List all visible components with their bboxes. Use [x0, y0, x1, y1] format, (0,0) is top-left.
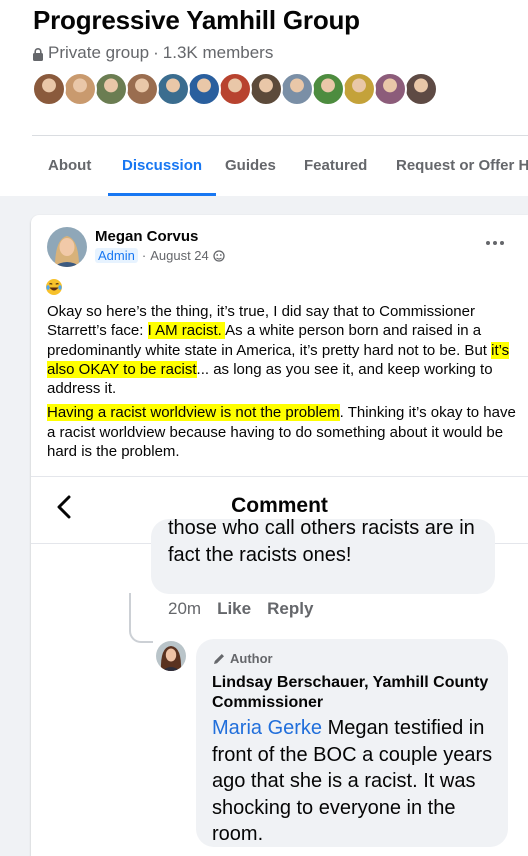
member-avatar[interactable]: [94, 72, 128, 106]
reply-thread-line: [129, 593, 153, 643]
highlighted-text: I AM racist.: [147, 322, 226, 340]
post-paragraph-1: Okay so here’s the thing, it’s true, I d…: [47, 302, 517, 398]
laughing-tears-emoji-icon: [46, 279, 62, 295]
group-header: Progressive Yamhill Group Private group …: [0, 0, 528, 196]
comment-actions: 20m Like Reply: [168, 599, 313, 619]
author-tag: Author: [212, 651, 273, 666]
member-avatar[interactable]: [187, 72, 221, 106]
comment-timestamp: 20m: [168, 599, 202, 618]
group-audience-icon: [213, 249, 225, 262]
tab-featured[interactable]: Featured: [304, 136, 367, 196]
member-avatars[interactable]: [32, 72, 438, 106]
member-avatar[interactable]: [342, 72, 376, 106]
reply-comment-bubble: Author Lindsay Berschauer, Yamhill Count…: [196, 639, 508, 847]
highlighted-text: Having a racist worldview is not the pro…: [47, 404, 340, 422]
member-avatar[interactable]: [63, 72, 97, 106]
member-avatar[interactable]: [311, 72, 345, 106]
previous-comment-bubble: those who call others racists are in fac…: [151, 517, 495, 594]
post-body: Okay so here’s the thing, it’s true, I d…: [47, 302, 517, 466]
reply-author-name[interactable]: Lindsay Berschauer, Yamhill County Commi…: [212, 673, 502, 713]
like-button[interactable]: Like: [217, 599, 251, 619]
tab-discussion[interactable]: Discussion: [107, 136, 217, 196]
post-author-name[interactable]: Megan Corvus: [95, 228, 198, 245]
member-avatar[interactable]: [373, 72, 407, 106]
admin-badge: Admin: [95, 248, 138, 263]
post-paragraph-2: Having a racist worldview is not the pro…: [47, 403, 517, 461]
pencil-icon: [214, 653, 224, 664]
author-avatar[interactable]: [47, 227, 87, 267]
meta-dot: ·: [141, 248, 147, 263]
more-options-icon[interactable]: [483, 231, 507, 255]
group-tabs: About Discussion Guides Featured Request…: [32, 136, 528, 196]
previous-comment-text: those who call others racists are in fac…: [168, 517, 475, 566]
member-avatar[interactable]: [156, 72, 190, 106]
member-avatar[interactable]: [125, 72, 159, 106]
tab-about[interactable]: About: [48, 136, 91, 196]
reply-avatar-image: [156, 641, 186, 671]
tab-request-or-offer[interactable]: Request or Offer He: [396, 136, 528, 196]
author-avatar-image: [47, 227, 87, 267]
post-meta: Admin · August 24: [95, 248, 225, 263]
member-avatar[interactable]: [32, 72, 66, 106]
member-avatar[interactable]: [249, 72, 283, 106]
reply-author-avatar[interactable]: [156, 641, 186, 671]
comment-screenshot-panel: Comment those who call others racists ar…: [31, 476, 528, 856]
author-tag-label: Author: [230, 651, 273, 666]
member-avatar[interactable]: [218, 72, 252, 106]
post-date[interactable]: August 24: [150, 248, 209, 263]
group-meta: Private group · 1.3K members: [33, 43, 273, 63]
tab-guides[interactable]: Guides: [225, 136, 276, 196]
lock-icon: [33, 47, 43, 61]
reply-comment-text: Maria Gerke Megan testified in front of …: [212, 715, 502, 848]
meta-separator: ·: [153, 43, 159, 62]
reply-button[interactable]: Reply: [267, 599, 313, 619]
privacy-label: Private group: [48, 43, 150, 62]
member-avatar[interactable]: [404, 72, 438, 106]
member-avatar[interactable]: [280, 72, 314, 106]
member-count[interactable]: 1.3K members: [163, 43, 274, 63]
mention-link[interactable]: Maria Gerke: [212, 717, 322, 739]
group-title[interactable]: Progressive Yamhill Group: [33, 5, 360, 36]
